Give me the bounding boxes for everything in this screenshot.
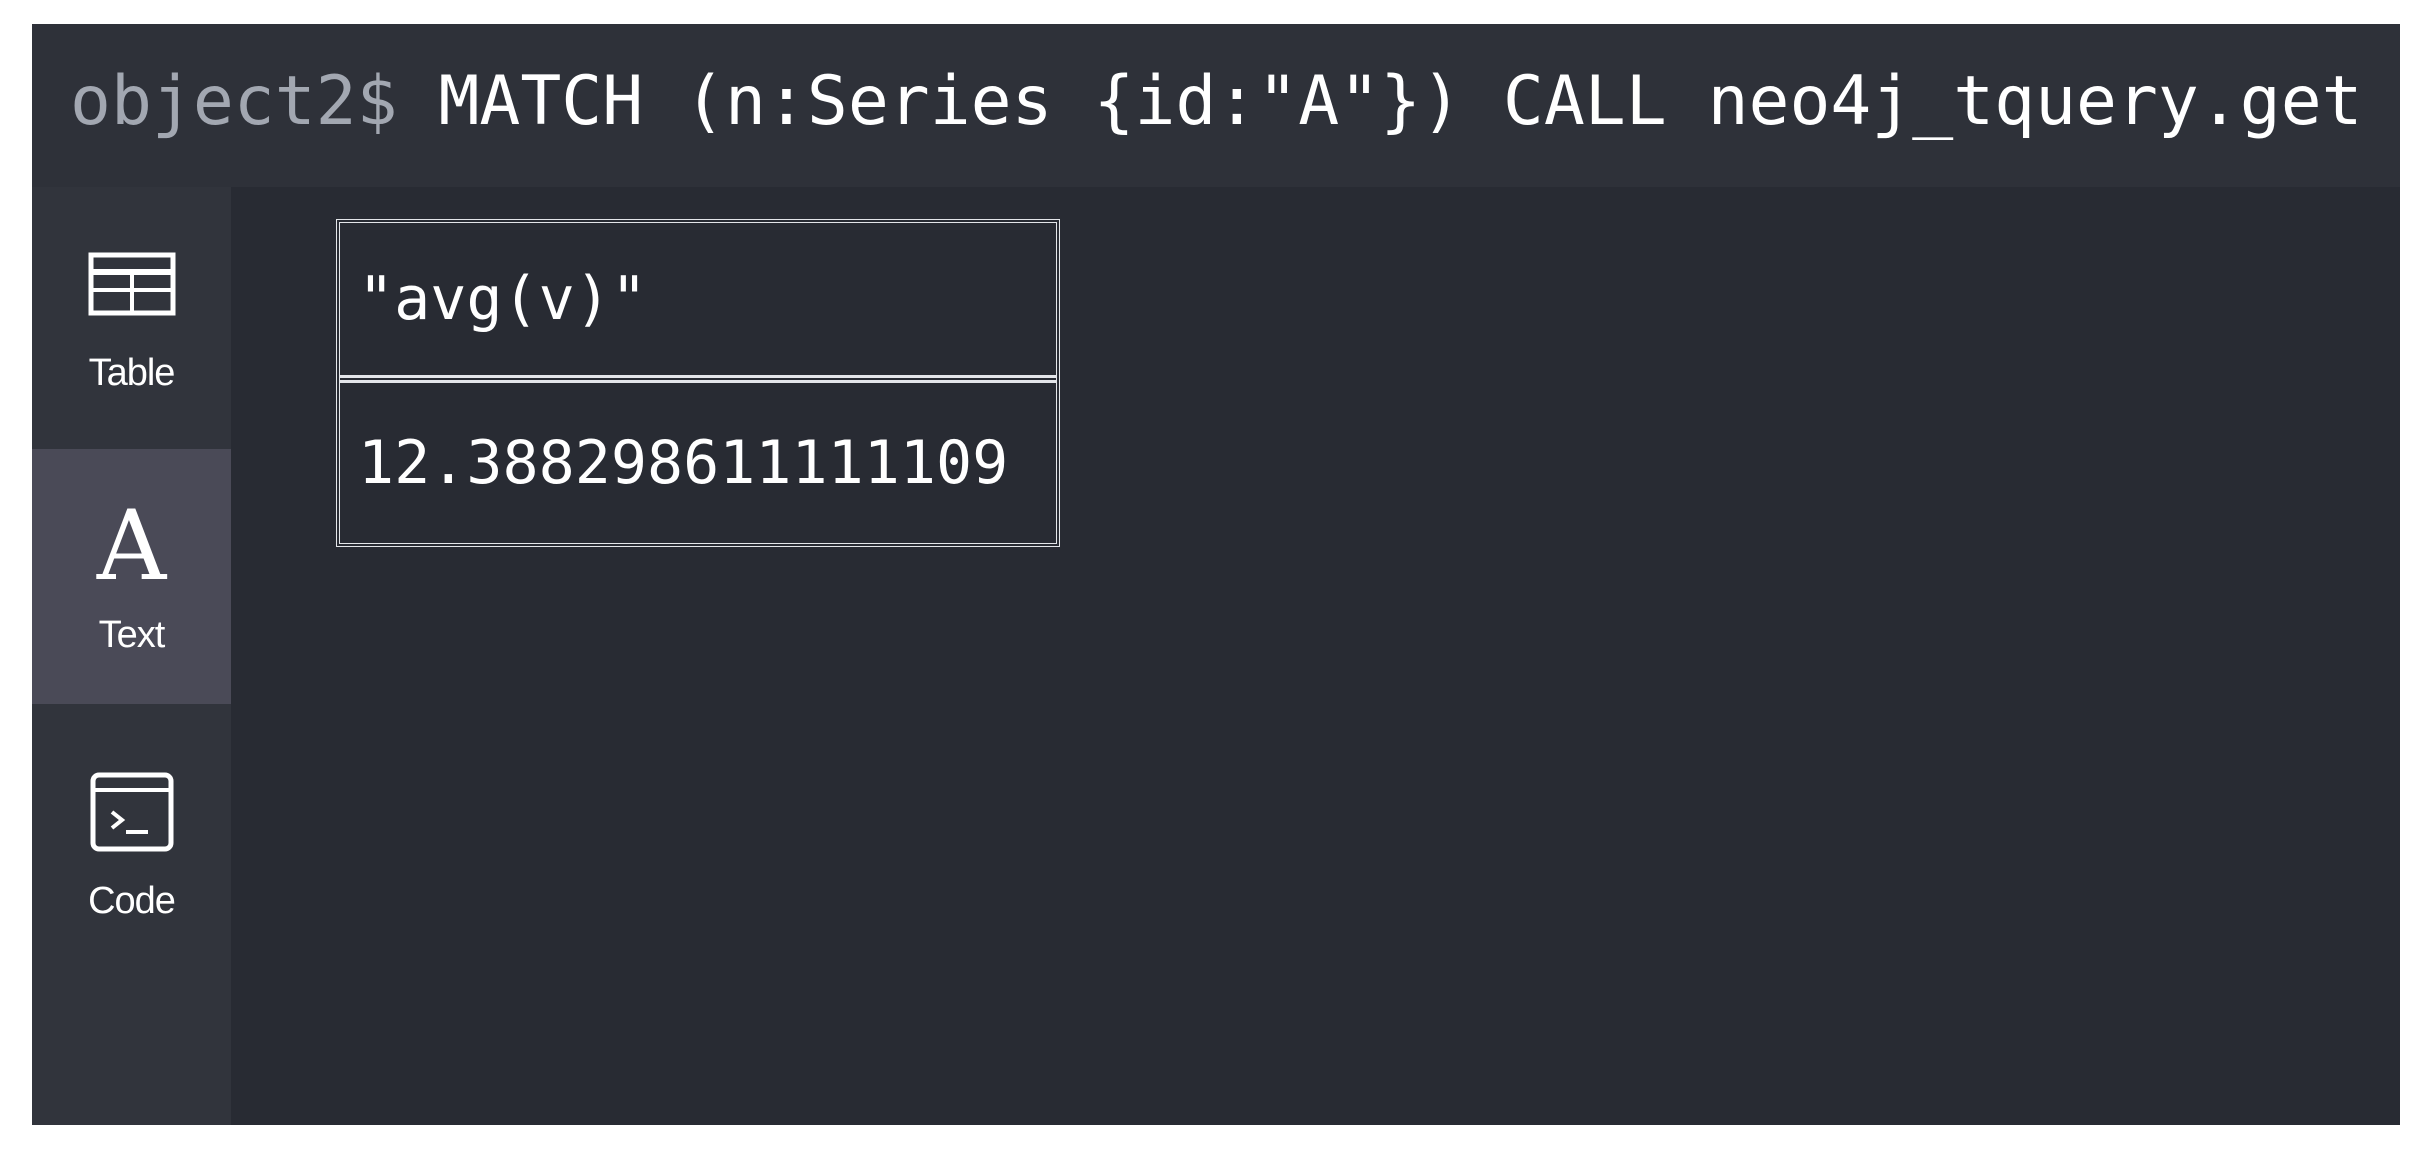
text-view-button[interactable]: A Text — [32, 449, 231, 704]
text-icon: A — [96, 490, 167, 602]
result-column-header: "avg(v)" — [340, 223, 1056, 383]
table-icon — [82, 234, 182, 334]
view-sidebar: Table A Text Code — [32, 187, 231, 1125]
table-view-label: Table — [88, 352, 176, 394]
command-prompt: object2$ — [70, 62, 398, 141]
result-frame: object2$ MATCH (n:Series {id:"A"}) CALL … — [32, 24, 2400, 1125]
text-result-table: "avg(v)" 12.388298611111109 — [336, 219, 1060, 547]
code-view-button[interactable]: Code — [32, 715, 231, 970]
table-view-button[interactable]: Table — [32, 187, 231, 442]
code-view-label: Code — [88, 880, 176, 922]
result-value: 12.388298611111109 — [358, 428, 1009, 498]
code-icon — [82, 762, 182, 862]
command-bar[interactable]: object2$ MATCH (n:Series {id:"A"}) CALL … — [32, 24, 2400, 187]
text-view-label: Text — [98, 614, 166, 656]
command-query[interactable]: MATCH (n:Series {id:"A"}) CALL neo4j_tqu… — [438, 62, 2362, 141]
